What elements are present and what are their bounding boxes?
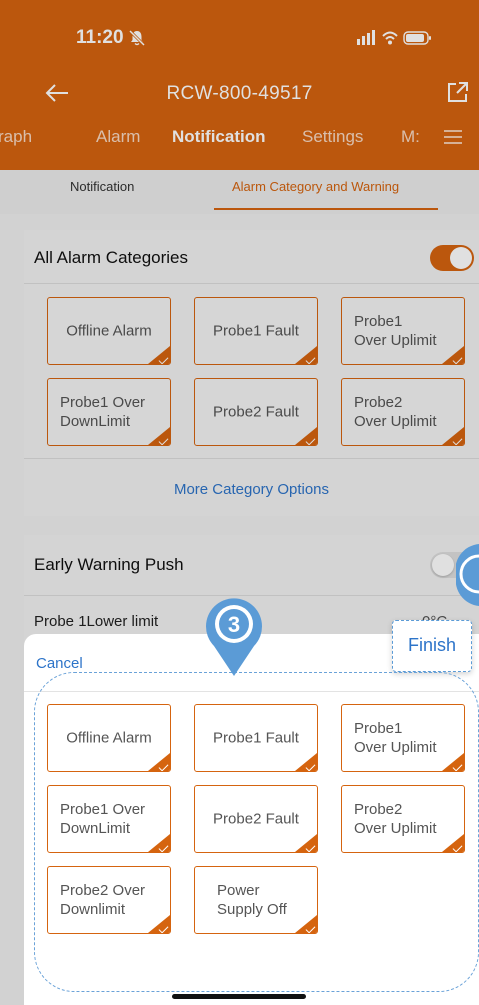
sheet-chip-probe1-fault[interactable]: Probe1 Fault (194, 704, 318, 772)
home-indicator (172, 994, 306, 999)
chip-label: Probe2 Fault (213, 810, 299, 828)
chip-label: Probe1 Over Uplimit (354, 720, 437, 756)
finish-button[interactable]: Finish (393, 635, 471, 656)
sheet-chip-probe1-over-uplimit[interactable]: Probe1 Over Uplimit (341, 704, 465, 772)
location-pin-icon: 3 (206, 598, 262, 676)
chip-label: Probe1 Over DownLimit (60, 801, 146, 837)
chip-label: Offline Alarm (66, 729, 152, 747)
chip-label: Probe1 Fault (213, 729, 299, 747)
category-selection-sheet: Cancel Finish Offline Alarm Probe1 Fault… (24, 620, 479, 1005)
sheet-chip-offline-alarm[interactable]: Offline Alarm (47, 704, 171, 772)
step-number: 3 (228, 612, 240, 637)
sheet-chip-probe2-fault[interactable]: Probe2 Fault (194, 785, 318, 853)
sheet-chip-probe2-over-downlimit[interactable]: Probe2 Over Downlimit (47, 866, 171, 934)
sheet-chip-probe2-over-uplimit[interactable]: Probe2 Over Uplimit (341, 785, 465, 853)
cancel-button[interactable]: Cancel (36, 655, 83, 672)
chip-label: Power Supply Off (217, 882, 287, 918)
sheet-chip-probe1-over-downlimit[interactable]: Probe1 Over DownLimit (47, 785, 171, 853)
location-pin-icon (456, 544, 479, 606)
chip-label: Probe2 Over Downlimit (60, 882, 146, 918)
finish-button-highlight[interactable]: Finish (392, 620, 472, 672)
sheet-chip-power-supply-off[interactable]: Power Supply Off (194, 866, 318, 934)
chip-label: Probe2 Over Uplimit (354, 801, 437, 837)
